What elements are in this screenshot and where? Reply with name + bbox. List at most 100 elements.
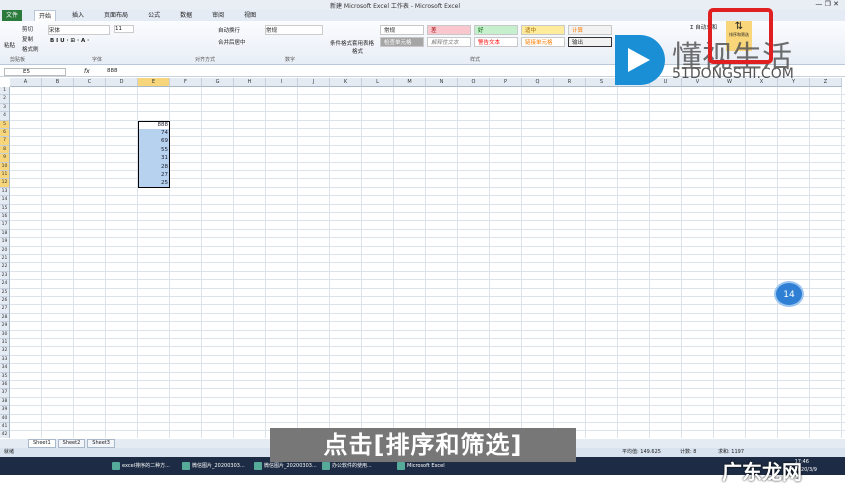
row-header[interactable]: 20 xyxy=(0,246,10,255)
column-header[interactable]: D xyxy=(106,78,138,87)
row-header[interactable]: 1 xyxy=(0,87,10,96)
row-header[interactable]: 4 xyxy=(0,112,10,121)
copy-button[interactable]: 复制 xyxy=(22,35,33,43)
style-warning[interactable]: 警告文本 xyxy=(474,37,518,47)
row-header[interactable]: 5 xyxy=(0,120,10,129)
style-calculation[interactable]: 计算 xyxy=(568,25,612,35)
tab-page-layout[interactable]: 页面布局 xyxy=(100,10,132,21)
style-good[interactable]: 好 xyxy=(474,25,518,35)
row-header[interactable]: 14 xyxy=(0,196,10,205)
row-header[interactable]: 31 xyxy=(0,339,10,348)
sheet-tab-3[interactable]: Sheet3 xyxy=(87,439,115,448)
format-painter-button[interactable]: 格式刷 xyxy=(22,45,39,53)
column-header[interactable]: F xyxy=(170,78,202,87)
row-header[interactable]: 22 xyxy=(0,263,10,272)
row-header[interactable]: 39 xyxy=(0,406,10,415)
column-header[interactable]: K xyxy=(330,78,362,87)
taskbar-item[interactable]: 微信图片_20200303... xyxy=(180,460,245,472)
cell[interactable]: 55 xyxy=(138,145,170,155)
font-name-select[interactable]: 宋体 xyxy=(48,25,110,35)
row-header[interactable]: 30 xyxy=(0,330,10,339)
row-header[interactable]: 11 xyxy=(0,171,10,180)
row-header[interactable]: 25 xyxy=(0,288,10,297)
row-header[interactable]: 34 xyxy=(0,364,10,373)
row-header[interactable]: 9 xyxy=(0,154,10,163)
tab-review[interactable]: 审阅 xyxy=(208,10,228,21)
row-header[interactable]: 15 xyxy=(0,204,10,213)
column-header[interactable]: P xyxy=(490,78,522,87)
style-check-cell[interactable]: 检查单元格 xyxy=(380,37,424,47)
cell[interactable]: 31 xyxy=(138,154,170,163)
taskbar-item[interactable]: excel排序的二种方... xyxy=(110,460,170,472)
cell[interactable]: 74 xyxy=(138,129,170,138)
format-as-table-button[interactable]: 套用表格格式 xyxy=(352,39,378,55)
row-header[interactable]: 3 xyxy=(0,103,10,113)
style-explanatory[interactable]: 解释性文本 xyxy=(427,37,471,47)
cell[interactable]: 28 xyxy=(138,162,170,171)
row-header[interactable]: 36 xyxy=(0,381,10,390)
tab-view[interactable]: 视图 xyxy=(240,10,260,21)
number-format-select[interactable]: 常规 xyxy=(265,25,323,35)
row-header[interactable]: 18 xyxy=(0,229,10,239)
column-header[interactable]: J xyxy=(298,78,330,87)
column-header[interactable]: H xyxy=(234,78,266,87)
column-header[interactable]: B xyxy=(42,78,74,87)
row-header[interactable]: 32 xyxy=(0,347,10,356)
row-header[interactable]: 33 xyxy=(0,355,10,365)
row-header[interactable]: 41 xyxy=(0,423,10,432)
row-header[interactable]: 12 xyxy=(0,179,10,188)
column-header[interactable]: M xyxy=(394,78,426,87)
bold-italic-underline-buttons[interactable]: B I U · ⊞ · A · xyxy=(50,38,89,44)
window-controls[interactable]: — ❐ ✕ xyxy=(815,0,839,8)
paste-button[interactable]: 粘贴 xyxy=(4,41,15,49)
row-header[interactable]: 23 xyxy=(0,271,10,281)
row-header[interactable]: 2 xyxy=(0,95,10,104)
tab-file[interactable]: 文件 xyxy=(2,10,23,21)
row-header[interactable]: 19 xyxy=(0,238,10,247)
row-header[interactable]: 13 xyxy=(0,187,10,197)
sheet-tab-2[interactable]: Sheet2 xyxy=(57,439,86,448)
style-output[interactable]: 输出 xyxy=(568,37,612,47)
row-header[interactable]: 29 xyxy=(0,322,10,331)
row-header[interactable]: 7 xyxy=(0,137,10,146)
cell[interactable]: 888 xyxy=(138,120,170,129)
row-header[interactable]: 42 xyxy=(0,431,10,438)
cut-button[interactable]: 剪切 xyxy=(22,25,33,33)
worksheet-grid[interactable]: ABCDEFGHIJKLMNOPQRSTUVWXYZ12345678910111… xyxy=(0,78,845,438)
column-header[interactable]: Q xyxy=(522,78,554,87)
formula-input[interactable]: 888 xyxy=(107,68,118,74)
style-linked-cell[interactable]: 链接单元格 xyxy=(521,37,565,47)
sheet-tab-1[interactable]: Sheet1 xyxy=(28,439,56,448)
column-header[interactable]: E xyxy=(138,78,170,87)
column-header[interactable]: Z xyxy=(810,78,842,87)
row-header[interactable]: 35 xyxy=(0,372,10,381)
floating-badge[interactable]: 14 xyxy=(774,281,804,307)
fx-icon[interactable]: fx xyxy=(84,68,90,75)
cell[interactable]: 69 xyxy=(138,137,170,146)
row-header[interactable]: 10 xyxy=(0,162,10,171)
column-header[interactable]: I xyxy=(266,78,298,87)
tab-data[interactable]: 数据 xyxy=(176,10,196,21)
name-box[interactable]: E5 xyxy=(4,68,66,76)
row-header[interactable]: 40 xyxy=(0,414,10,423)
column-header[interactable]: C xyxy=(74,78,106,87)
row-header[interactable]: 16 xyxy=(0,213,10,222)
row-header[interactable]: 27 xyxy=(0,305,10,314)
row-header[interactable]: 37 xyxy=(0,389,10,398)
row-header[interactable]: 6 xyxy=(0,129,10,138)
conditional-format-button[interactable]: 条件格式 xyxy=(330,39,352,47)
row-header[interactable]: 38 xyxy=(0,397,10,407)
column-header[interactable]: R xyxy=(554,78,586,87)
row-header[interactable]: 8 xyxy=(0,145,10,155)
style-bad[interactable]: 差 xyxy=(427,25,471,35)
merge-center-button[interactable]: 合并后居中 xyxy=(218,38,246,46)
wrap-text-button[interactable]: 自动换行 xyxy=(218,26,240,34)
column-header[interactable]: G xyxy=(202,78,234,87)
tab-formulas[interactable]: 公式 xyxy=(144,10,164,21)
column-header[interactable]: L xyxy=(362,78,394,87)
cell[interactable]: 25 xyxy=(138,179,170,188)
row-header[interactable]: 17 xyxy=(0,221,10,230)
style-normal[interactable]: 常规 xyxy=(380,25,424,35)
row-header[interactable]: 21 xyxy=(0,255,10,264)
style-neutral[interactable]: 适中 xyxy=(521,25,565,35)
